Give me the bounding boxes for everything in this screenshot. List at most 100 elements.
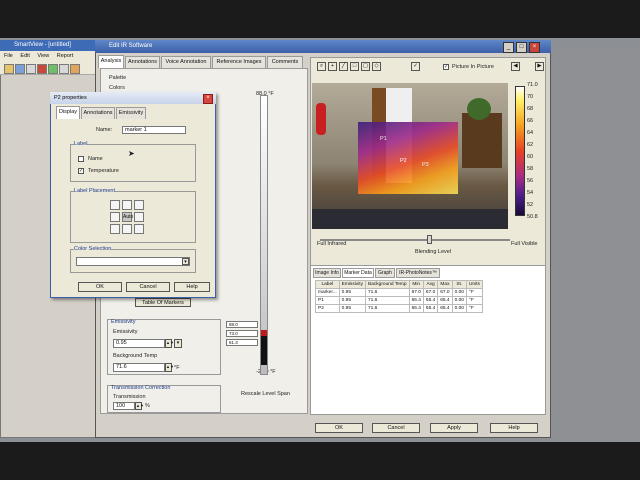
- cancel-button[interactable]: Cancel: [372, 423, 420, 433]
- transmission-group-label: Transmission Correction: [111, 385, 171, 391]
- isotherm-icon[interactable]: ◇: [372, 62, 381, 71]
- transmission-spinner[interactable]: ▲▼: [135, 402, 144, 410]
- cursor-icon[interactable]: +: [328, 62, 337, 71]
- placement-right[interactable]: [134, 212, 144, 222]
- maximize-icon[interactable]: □: [516, 42, 527, 53]
- delete-icon[interactable]: [37, 64, 47, 74]
- table-row[interactable]: P1 0.95 71.6 65.4 65.4 65.4 0.00 °F: [315, 296, 483, 305]
- thermal-overlay[interactable]: P1 P2 P3: [358, 122, 458, 194]
- column-header[interactable]: Min: [408, 280, 424, 289]
- ok-button[interactable]: OK: [315, 423, 363, 433]
- column-header[interactable]: St.: [451, 280, 467, 289]
- color-select[interactable]: [76, 257, 190, 266]
- dialog-cancel-button[interactable]: Cancel: [126, 282, 170, 292]
- dialog-tab-display[interactable]: Display: [56, 106, 80, 119]
- box-tool-icon[interactable]: □: [350, 62, 359, 71]
- table-of-markers-button[interactable]: Table Of Markers: [135, 298, 191, 307]
- tab-annotations[interactable]: Annotations: [125, 56, 160, 68]
- menu-view[interactable]: View: [37, 53, 49, 59]
- marker-data-panel: Image Info Marker Data Graph IR-PhotoNot…: [310, 265, 546, 415]
- menu-file[interactable]: File: [4, 53, 13, 59]
- background-temp-input[interactable]: 71.6: [113, 363, 165, 372]
- name-checkbox[interactable]: [78, 156, 84, 162]
- tab-comments[interactable]: Comments: [267, 56, 303, 68]
- dialog-tab-annotations[interactable]: Annotations: [81, 107, 115, 119]
- marker-p1[interactable]: P1: [380, 136, 387, 142]
- placement-top[interactable]: [122, 200, 132, 210]
- desktop-right-area: [552, 50, 640, 438]
- scale-mark-high[interactable]: 88.0: [226, 321, 258, 328]
- marker-p3[interactable]: P3: [422, 162, 429, 168]
- tab-graph[interactable]: Graph: [375, 268, 395, 278]
- save-icon[interactable]: [15, 64, 25, 74]
- import-icon[interactable]: [48, 64, 58, 74]
- report-icon[interactable]: [70, 64, 80, 74]
- placement-auto[interactable]: Auto: [122, 212, 133, 222]
- table-row[interactable]: P2 0.95 71.6 65.4 65.4 65.4 0.00 °F: [315, 304, 483, 313]
- placement-bottom-right[interactable]: [134, 224, 144, 234]
- apply-button[interactable]: Apply: [430, 423, 478, 433]
- settings-icon[interactable]: [59, 64, 69, 74]
- column-header[interactable]: Max: [437, 280, 453, 289]
- column-header[interactable]: Label: [315, 280, 340, 289]
- dialog-tab-emissivity[interactable]: Emissivity: [116, 107, 146, 119]
- column-header[interactable]: Background Temp: [365, 280, 410, 289]
- zoom-icon[interactable]: ⌕: [317, 62, 326, 71]
- fire-extinguisher: [316, 103, 326, 135]
- placement-bottom-left[interactable]: [110, 224, 120, 234]
- scale-mark-low[interactable]: 61.3: [226, 339, 258, 346]
- blending-slider-track[interactable]: [320, 239, 510, 241]
- dialog-body: Display Annotations Emissivity Name: mar…: [54, 106, 212, 294]
- dialog-ok-button[interactable]: OK: [78, 282, 122, 292]
- table-cell: °F: [465, 288, 483, 297]
- table-cell: °F: [465, 296, 483, 305]
- dialog-close-icon[interactable]: ×: [203, 94, 213, 104]
- emissivity-input[interactable]: 0.95: [113, 339, 165, 348]
- minimize-icon[interactable]: _: [503, 42, 514, 53]
- table-row[interactable]: marker... 0.95 71.6 67.0 67.0 67.0 0.00 …: [315, 288, 483, 297]
- tab-reference-images[interactable]: Reference Images: [212, 56, 266, 68]
- placement-top-right[interactable]: [134, 200, 144, 210]
- emissivity-dropdown-icon[interactable]: ▾: [174, 339, 182, 348]
- tab-analysis[interactable]: Analysis: [98, 55, 124, 68]
- color-dropdown-icon[interactable]: ▾: [182, 258, 189, 265]
- scale-mark-mid[interactable]: 73.0: [226, 330, 258, 337]
- emissivity-spinner[interactable]: ▲▼: [165, 339, 174, 348]
- scale-level-marker[interactable]: [261, 330, 267, 336]
- placement-top-left[interactable]: [110, 200, 120, 210]
- tab-ir-photonotes[interactable]: IR-PhotoNotes™: [396, 268, 440, 278]
- table-cell: 0.00: [451, 288, 467, 297]
- next-arrow-icon[interactable]: ▶: [535, 62, 544, 71]
- transmission-label: Transmission: [113, 394, 146, 400]
- help-button[interactable]: Help: [490, 423, 538, 433]
- background-temp-spinner[interactable]: ▲▼: [165, 363, 174, 372]
- column-header[interactable]: Units: [465, 280, 483, 289]
- folder-icon[interactable]: [4, 64, 14, 74]
- placement-bottom[interactable]: [122, 224, 132, 234]
- floor-carpet: [312, 209, 508, 229]
- color-palette-bar[interactable]: [515, 86, 525, 216]
- dialog-name-input[interactable]: marker 1: [122, 126, 186, 134]
- print-icon[interactable]: [26, 64, 36, 74]
- tab-voice-annotation[interactable]: Voice Annotation: [161, 56, 211, 68]
- menu-report[interactable]: Report: [57, 53, 74, 59]
- table-cell: P2: [315, 304, 340, 313]
- dialog-help-button[interactable]: Help: [174, 282, 210, 292]
- tab-marker-data[interactable]: Marker Data: [342, 268, 374, 278]
- close-icon[interactable]: ×: [529, 42, 540, 53]
- marker-p2[interactable]: P2: [400, 158, 407, 164]
- picture-in-picture-checkbox[interactable]: ✓: [443, 64, 449, 70]
- transmission-input[interactable]: 100: [113, 402, 135, 410]
- temperature-checkbox[interactable]: ✓: [78, 168, 84, 174]
- prev-arrow-icon[interactable]: ◀: [511, 62, 520, 71]
- blending-slider-thumb[interactable]: [427, 235, 432, 244]
- column-header[interactable]: Avg: [422, 280, 439, 289]
- placement-left[interactable]: [110, 212, 120, 222]
- tab-image-info[interactable]: Image Info: [313, 268, 341, 278]
- line-tool-icon[interactable]: ╱: [339, 62, 348, 71]
- name-checkbox-label: Name: [88, 156, 103, 162]
- menu-edit[interactable]: Edit: [20, 53, 29, 59]
- pin-icon[interactable]: ✓: [411, 62, 420, 71]
- column-header[interactable]: Emissivity: [338, 280, 367, 289]
- area-tool-icon[interactable]: ▢: [361, 62, 370, 71]
